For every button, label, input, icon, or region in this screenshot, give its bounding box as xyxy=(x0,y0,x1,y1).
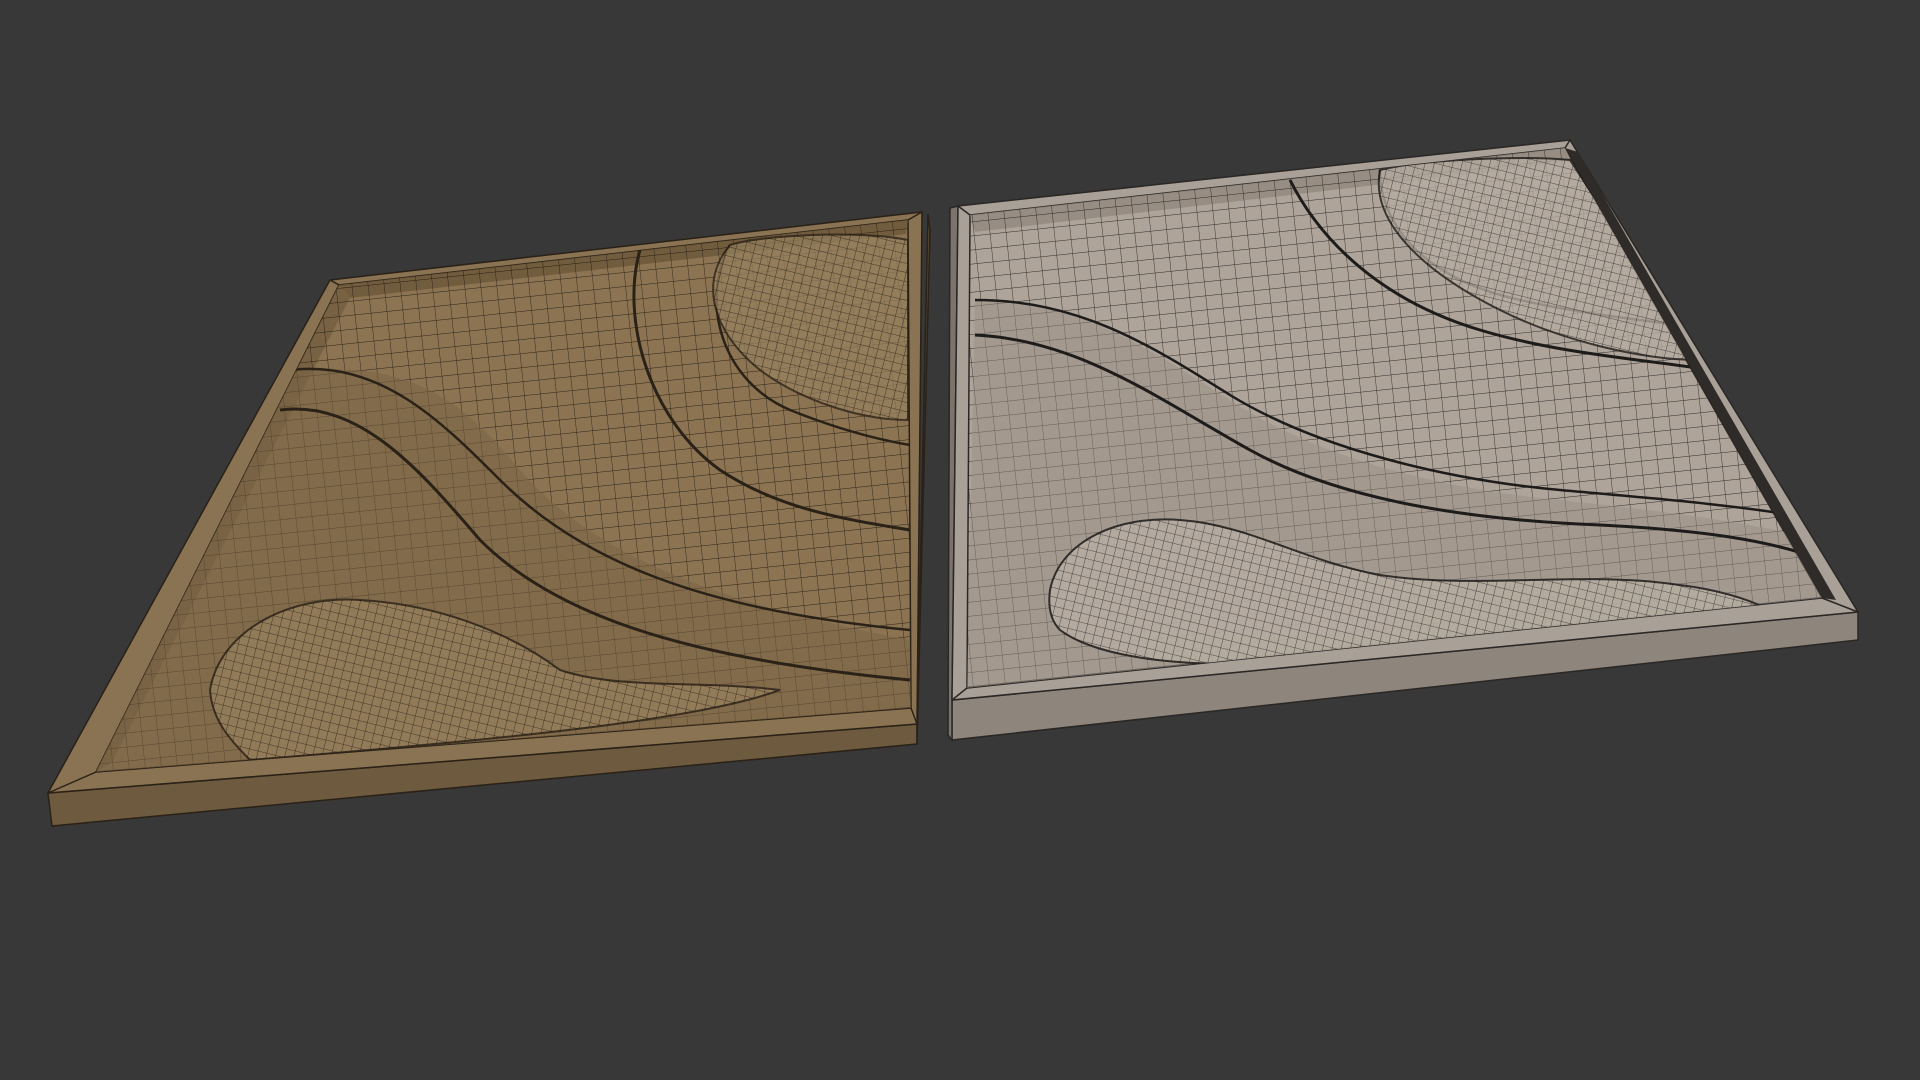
panel-left[interactable] xyxy=(46,200,931,827)
scene-canvas[interactable] xyxy=(0,0,1920,1080)
panel-left-wave-relief xyxy=(96,220,911,772)
3d-viewport[interactable] xyxy=(0,0,1920,1080)
panel-right[interactable] xyxy=(940,130,1860,743)
